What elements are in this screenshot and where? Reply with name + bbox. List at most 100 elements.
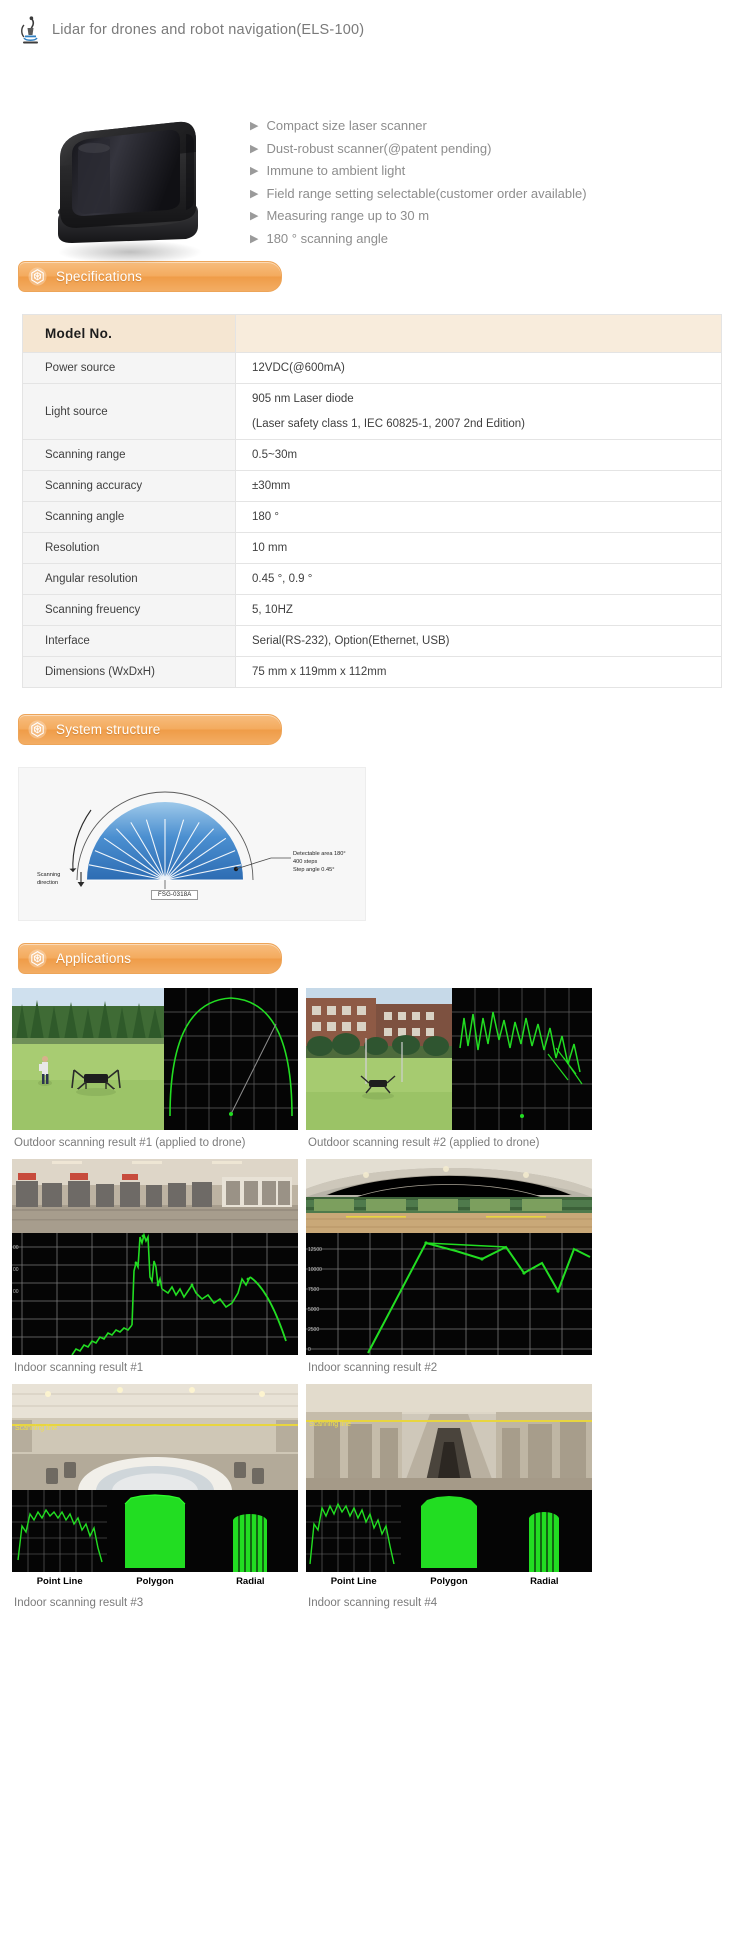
figure-caption: Indoor scanning result #1: [14, 1362, 144, 1374]
scan-plot-triple: [12, 1490, 298, 1572]
table-row: Angular resolution 0.45 °, 0.9 °: [22, 563, 722, 595]
table-cell-key: Power source: [22, 352, 236, 384]
table-cell-key: Scanning freuency: [22, 594, 236, 626]
table-cell-value: [235, 314, 722, 353]
plot-legend: Point Line Polygon Radial: [12, 1572, 298, 1590]
table-row: Scanning angle 180 °: [22, 501, 722, 533]
scene-photo: Scanning line: [306, 1384, 592, 1490]
list-item: ▶ Measuring range up to 30 m: [250, 206, 740, 226]
section-header-system-structure: System structure: [18, 714, 282, 745]
table-row: Model No.: [22, 314, 722, 353]
hero-section: ▶ Compact size laser scanner ▶ Dust-robu…: [0, 46, 740, 264]
legend-label-radial: Radial: [236, 1575, 265, 1587]
hexagon-mesh-icon: [28, 720, 47, 739]
scan-plot: 12500 10000 7500 5000 2500 0: [306, 1233, 592, 1355]
table-cell-key: Scanning range: [22, 439, 236, 471]
product-datasheet-page: Lidar for drones and robot navigation(EL…: [0, 0, 740, 1936]
table-row: Light source 905 nm Laser diode (Laser s…: [22, 383, 722, 440]
svg-text:0: 0: [308, 1347, 311, 1353]
section-title: System structure: [56, 722, 161, 737]
list-item: ▶ Dust-robust scanner(@patent pending): [250, 139, 740, 159]
table-row: Interface Serial(RS-232), Option(Etherne…: [22, 625, 722, 657]
plot-legend: Point Line Polygon Radial: [306, 1572, 592, 1590]
svg-text:5000: 5000: [308, 1307, 319, 1313]
list-item-label: 180 ° scanning angle: [266, 230, 389, 246]
table-cell-value: ±30mm: [235, 470, 722, 502]
figure-caption: Indoor scanning result #4: [308, 1597, 438, 1609]
feature-bullet-list: ▶ Compact size laser scanner ▶ Dust-robu…: [250, 54, 740, 261]
application-item: Scanning line Point Line Polygon Radial …: [12, 1384, 298, 1619]
table-cell-value: 75 mm x 119mm x 112mm: [235, 656, 722, 688]
scan-plot: [452, 988, 592, 1130]
application-item: Outdoor scanning result #1 (applied to d…: [12, 988, 298, 1159]
device-model-label: FSG-0318A: [151, 890, 199, 900]
list-item: ▶ 180 ° scanning angle: [250, 229, 740, 249]
application-figure: 00 00 00: [12, 1159, 298, 1355]
table-row: Resolution 10 mm: [22, 532, 722, 564]
table-cell-key: Light source: [22, 383, 236, 440]
specifications-table: Model No. Power source 12VDC(@600mA) Lig…: [22, 314, 722, 688]
scan-plot: 00 00 00: [12, 1233, 298, 1355]
svg-text:00: 00: [13, 1267, 19, 1273]
scanning-direction-label-line1: Scanning: [37, 872, 60, 878]
application-figure: [12, 988, 298, 1130]
table-row: Power source 12VDC(@600mA): [22, 352, 722, 384]
scene-photo: [12, 1159, 298, 1233]
triangle-bullet-icon: ▶: [250, 187, 259, 200]
legend-label-point-line: Point Line: [330, 1575, 377, 1587]
annotation-line-3: Step angle 0.45°: [293, 867, 334, 873]
legend-label-polygon: Polygon: [136, 1575, 174, 1587]
legend-label-radial: Radial: [530, 1575, 559, 1587]
table-cell-value: Serial(RS-232), Option(Ethernet, USB): [235, 625, 722, 657]
section-header-applications: Applications: [18, 943, 282, 974]
list-item-label: Compact size laser scanner: [266, 118, 427, 133]
table-cell-value: 10 mm: [235, 532, 722, 564]
scanning-line-label: Scanning line: [309, 1421, 351, 1428]
list-item-label: Dust-robust scanner(@patent pending): [266, 140, 492, 156]
application-figure: Scanning line Point Line Polygon Radial: [306, 1384, 592, 1590]
applications-section: Applications Outdoor scanning result #1 …: [0, 921, 740, 1619]
product-image: [0, 54, 250, 264]
triangle-bullet-icon: ▶: [250, 120, 259, 132]
microscope-icon: [18, 15, 44, 45]
scan-plot-radial: [203, 1490, 298, 1572]
svg-text:00: 00: [13, 1245, 19, 1251]
system-structure-diagram-wrap: Scanning direction Detectable area 180° …: [0, 745, 740, 921]
triangle-bullet-icon: ▶: [250, 142, 259, 155]
scan-fan-diagram: Scanning direction Detectable area 180° …: [18, 767, 366, 921]
scan-plot: [164, 988, 298, 1130]
scan-plot-triple: [306, 1490, 592, 1572]
legend-label-point-line: Point Line: [36, 1575, 83, 1587]
scene-photo: [306, 988, 452, 1130]
table-cell-key: Scanning angle: [22, 501, 236, 533]
table-cell-value: 5, 10HZ: [235, 594, 722, 626]
value-line-2: (Laser safety class 1, IEC 60825-1, 2007…: [252, 418, 525, 430]
table-cell-key: Dimensions (WxDxH): [22, 656, 236, 688]
list-item: ▶ Field range setting selectable(custome…: [250, 184, 740, 204]
application-figure: Scanning line Point Line Polygon Radial: [12, 1384, 298, 1590]
table-cell-value: 12VDC(@600mA): [235, 352, 722, 384]
application-item: 00 00 00 Indoor scanning result #1: [12, 1159, 298, 1384]
scene-photo: [306, 1159, 592, 1233]
section-title: Specifications: [56, 269, 143, 284]
svg-text:7500: 7500: [308, 1287, 319, 1293]
scan-plot-radial: [497, 1490, 592, 1572]
value-line-1: 905 nm Laser diode: [252, 393, 354, 405]
scan-plot-polygon: [107, 1490, 203, 1572]
figure-caption: Indoor scanning result #2: [308, 1362, 438, 1374]
table-cell-value: 0.45 °, 0.9 °: [235, 563, 722, 595]
list-item-label: Field range setting selectable(customer …: [266, 185, 587, 201]
table-cell-value: 905 nm Laser diode (Laser safety class 1…: [235, 383, 722, 440]
page-title: Lidar for drones and robot navigation(EL…: [52, 22, 365, 38]
list-item-label: Immune to ambient light: [266, 163, 406, 178]
table-row: Scanning accuracy ±30mm: [22, 470, 722, 502]
scene-photo: [12, 988, 164, 1130]
figure-caption: Indoor scanning result #3: [14, 1597, 144, 1609]
triangle-bullet-icon: ▶: [250, 232, 259, 245]
table-cell-value: 0.5~30m: [235, 439, 722, 471]
scan-plot-point-line: [12, 1490, 107, 1572]
svg-text:12500: 12500: [308, 1247, 322, 1253]
legend-label-polygon: Polygon: [430, 1575, 468, 1587]
figure-caption: Outdoor scanning result #1 (applied to d…: [14, 1137, 246, 1149]
scene-photo: Scanning line: [12, 1384, 298, 1490]
